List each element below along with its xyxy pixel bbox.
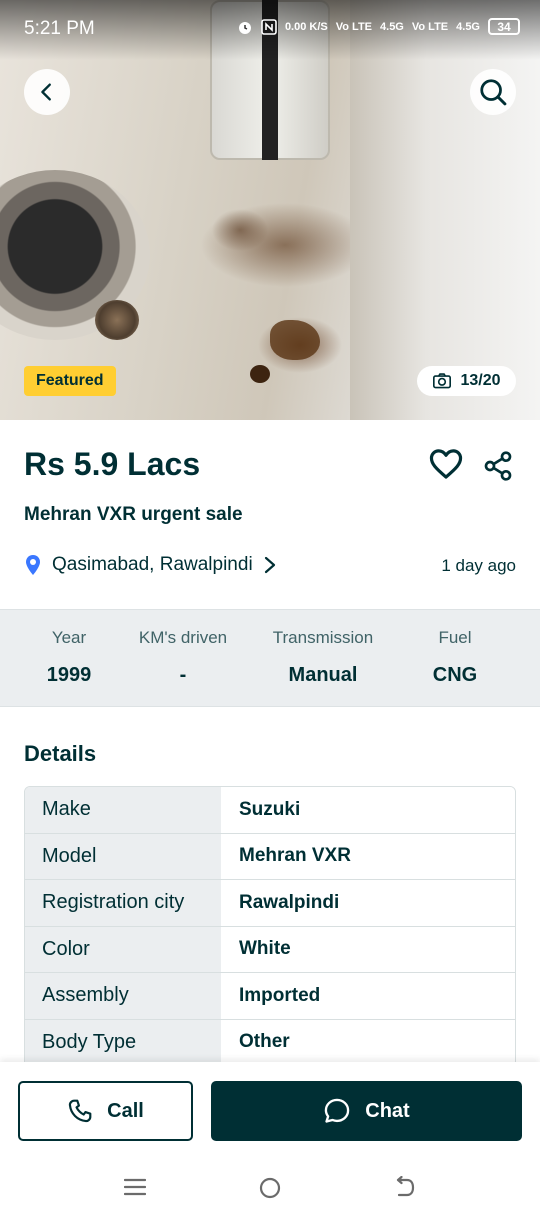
ad-title: Mehran VXR urgent sale [24, 504, 243, 525]
call-label: Call [107, 1099, 144, 1122]
status-bar: 5:21 PM 0.00 K/S Vo LTE 4.5G Vo LTE 4.5G… [0, 0, 540, 60]
spec-transmission: Transmission Manual [258, 628, 388, 687]
camera-icon [433, 373, 452, 389]
key-specs: Year 1999 KM's driven - Transmission Man… [0, 609, 540, 707]
search-icon [480, 79, 507, 106]
detail-value: Rawalpindi [221, 880, 515, 926]
menu-icon [123, 1178, 147, 1196]
chat-button[interactable]: Chat [211, 1081, 522, 1141]
status-icons: 0.00 K/S Vo LTE 4.5G Vo LTE 4.5G 34 [237, 18, 520, 35]
home-button[interactable] [258, 1176, 282, 1205]
detail-value: Suzuki [221, 787, 515, 833]
posted-date: 1 day ago [441, 556, 516, 575]
chevron-right-icon [264, 556, 275, 574]
bottom-action-bar: Call Chat [0, 1062, 540, 1218]
signal-label: 4.5G [456, 20, 480, 33]
back-button[interactable] [24, 69, 70, 115]
spec-label: Year [51, 628, 87, 647]
spec-value: Manual [288, 664, 358, 686]
table-row: Body Type Other [25, 1019, 515, 1066]
home-circle-icon [259, 1177, 281, 1199]
spec-label: Transmission [272, 628, 374, 647]
signal-label: 4.5G [380, 20, 404, 33]
location-link[interactable]: Qasimabad, Rawalpindi [24, 554, 277, 576]
photo-rust [270, 320, 320, 360]
call-button[interactable]: Call [18, 1081, 193, 1141]
table-row: Make Suzuki [25, 787, 515, 834]
ad-price: Rs 5.9 Lacs [24, 446, 201, 482]
spec-value: - [179, 664, 187, 686]
photo-nut [95, 300, 139, 340]
spec-value: CNG [432, 664, 478, 686]
details-table: Make Suzuki Model Mehran VXR Registratio… [24, 786, 516, 1067]
table-row: Registration city Rawalpindi [25, 880, 515, 927]
detail-key: Registration city [25, 880, 221, 926]
back-arrow-icon [396, 1175, 415, 1197]
ad-detail-screen: Featured 13/20 5:21 PM 0.00 K/S Vo LTE 4… [0, 0, 540, 1218]
spec-year: Year 1999 [4, 628, 134, 687]
detail-key: Assembly [25, 973, 221, 1019]
network-speed: 0.00 K/S [284, 20, 328, 33]
photo-rust [250, 365, 270, 383]
heart-icon [429, 449, 463, 479]
chat-label: Chat [365, 1099, 410, 1122]
recent-apps-button[interactable] [123, 1176, 147, 1203]
detail-key: Color [25, 926, 221, 972]
detail-key: Body Type [25, 1019, 221, 1065]
location-pin-icon [26, 555, 40, 575]
detail-key: Make [25, 787, 221, 833]
share-icon [484, 451, 512, 481]
battery-icon: 34 [488, 18, 520, 35]
table-row: Assembly Imported [25, 973, 515, 1020]
phone-icon [68, 1099, 92, 1123]
spec-fuel: Fuel CNG [390, 628, 520, 687]
chat-bubble-icon [325, 1098, 350, 1123]
status-time: 5:21 PM [24, 18, 95, 39]
favorite-button[interactable] [428, 448, 464, 485]
spec-km-driven: KM's driven - [118, 628, 248, 687]
spec-label: KM's driven [138, 628, 228, 647]
photo-counter: 13/20 [417, 366, 516, 396]
detail-value: White [221, 926, 515, 972]
featured-badge: Featured [24, 366, 116, 396]
detail-value: Other [221, 1019, 515, 1065]
volte-label: Vo LTE [411, 20, 449, 33]
table-row: Model Mehran VXR [25, 833, 515, 880]
photo-count-text: 13/20 [460, 372, 501, 389]
chevron-left-icon [41, 83, 51, 101]
detail-key: Model [25, 833, 221, 879]
photo-gallery[interactable]: Featured 13/20 [0, 0, 540, 420]
system-back-button[interactable] [393, 1175, 417, 1205]
details-heading: Details [24, 741, 97, 766]
nfc-icon [261, 18, 277, 35]
detail-value: Mehran VXR [221, 833, 515, 879]
share-button[interactable] [482, 450, 514, 487]
detail-value: Imported [221, 973, 515, 1019]
photo-wall [350, 0, 540, 420]
table-row: Color White [25, 926, 515, 973]
location-text: Qasimabad, Rawalpindi [52, 554, 253, 575]
system-nav-bar [0, 1160, 540, 1218]
volte-label: Vo LTE [335, 20, 373, 33]
search-button[interactable] [470, 69, 516, 115]
spec-label: Fuel [438, 628, 472, 647]
alarm-icon [238, 21, 251, 34]
spec-value: 1999 [46, 664, 92, 686]
